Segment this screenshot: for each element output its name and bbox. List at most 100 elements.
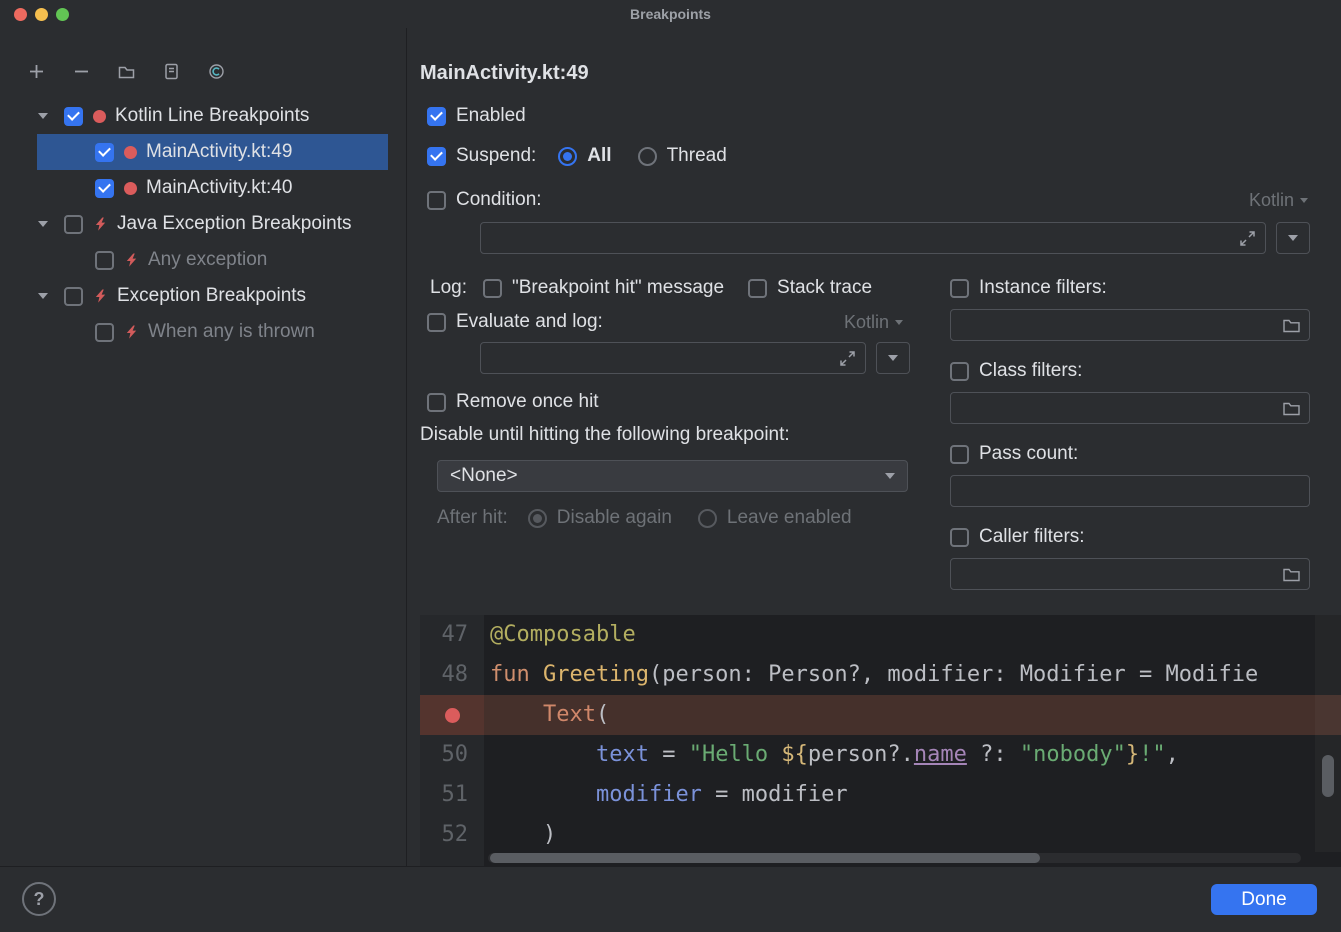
breakpoint-checkbox[interactable] xyxy=(64,287,83,306)
enabled-label: Enabled xyxy=(456,105,526,127)
suspend-all-radio[interactable] xyxy=(558,147,577,166)
breakpoint-dot-icon xyxy=(124,146,137,159)
class-filters-input[interactable] xyxy=(951,397,1282,419)
breakpoint-group-row[interactable]: Kotlin Line Breakpoints xyxy=(0,98,406,134)
browse-folder-button[interactable] xyxy=(1282,566,1301,583)
condition-label: Condition: xyxy=(456,189,542,211)
folder-icon xyxy=(1282,566,1301,583)
condition-input[interactable] xyxy=(481,227,1265,249)
pass-count-checkbox[interactable] xyxy=(950,445,969,464)
instance-filters-input[interactable] xyxy=(951,314,1282,336)
exception-bolt-icon xyxy=(93,216,108,232)
condition-checkbox[interactable] xyxy=(427,191,446,210)
expand-editor-icon[interactable] xyxy=(839,350,856,367)
pass-count-input[interactable] xyxy=(951,480,1309,502)
instance-filters-checkbox[interactable] xyxy=(950,279,969,298)
stack-trace-checkbox[interactable] xyxy=(748,279,767,298)
instance-filters-field xyxy=(950,309,1310,341)
leave-enabled-radio[interactable] xyxy=(698,509,717,528)
code-line: 48fun Greeting(person: Person?, modifier… xyxy=(420,655,1341,695)
log-message-checkbox[interactable] xyxy=(483,279,502,298)
breakpoint-row[interactable]: MainActivity.kt:40 xyxy=(0,170,406,206)
code-text: ) xyxy=(484,815,556,855)
horizontal-scrollbar-thumb[interactable] xyxy=(490,853,1040,863)
close-window-button[interactable] xyxy=(14,8,27,21)
chevron-down-icon xyxy=(1288,235,1298,241)
evaluate-checkbox[interactable] xyxy=(427,313,446,332)
instance-filters-label: Instance filters: xyxy=(979,277,1107,299)
evaluate-history-button[interactable] xyxy=(876,342,910,374)
chevron-down-icon[interactable] xyxy=(36,293,64,299)
code-line: 47@Composable xyxy=(420,615,1341,655)
line-number: 47 xyxy=(420,615,484,655)
breakpoint-gutter-cell[interactable] xyxy=(420,695,484,735)
evaluate-input[interactable] xyxy=(481,347,865,369)
breakpoint-dot-icon[interactable] xyxy=(445,708,460,723)
breakpoint-group-row[interactable]: Exception Breakpoints xyxy=(0,278,406,314)
disable-until-dropdown[interactable]: <None> xyxy=(437,460,908,492)
caller-filters-checkbox[interactable] xyxy=(950,528,969,547)
titlebar: Breakpoints xyxy=(0,0,1341,28)
folder-icon xyxy=(1282,400,1301,417)
evaluate-field xyxy=(480,342,866,374)
code-text: text = "Hello ${person?.name ?: "nobody"… xyxy=(484,735,1179,775)
class-icon xyxy=(207,62,226,81)
group-by-class-button[interactable] xyxy=(206,61,226,81)
code-lines: 47@Composable48fun Greeting(person: Pers… xyxy=(420,615,1341,855)
chevron-down-icon[interactable] xyxy=(36,113,64,119)
remove-once-label: Remove once hit xyxy=(456,391,599,413)
breakpoint-checkbox[interactable] xyxy=(95,251,114,270)
condition-history-button[interactable] xyxy=(1276,222,1310,254)
breakpoint-row[interactable]: When any is thrown xyxy=(0,314,406,350)
zoom-window-button[interactable] xyxy=(56,8,69,21)
browse-folder-button[interactable] xyxy=(1282,317,1301,334)
class-filters-checkbox[interactable] xyxy=(950,362,969,381)
chevron-down-icon[interactable] xyxy=(36,221,64,227)
help-label: ? xyxy=(34,889,45,910)
move-to-group-button[interactable] xyxy=(161,61,181,81)
minimize-window-button[interactable] xyxy=(35,8,48,21)
class-filters-field xyxy=(950,392,1310,424)
horizontal-scrollbar[interactable] xyxy=(488,853,1301,863)
code-line: 52 ) xyxy=(420,815,1341,855)
code-text: @Composable xyxy=(484,615,636,655)
done-button[interactable]: Done xyxy=(1211,884,1317,915)
line-number: 51 xyxy=(420,775,484,815)
disable-again-radio[interactable] xyxy=(528,509,547,528)
help-button[interactable]: ? xyxy=(22,882,56,916)
minus-icon xyxy=(72,62,91,81)
breakpoint-checkbox[interactable] xyxy=(64,107,83,126)
condition-language-selector[interactable]: Kotlin xyxy=(1249,188,1308,212)
enabled-checkbox[interactable] xyxy=(427,107,446,126)
suspend-checkbox[interactable] xyxy=(427,147,446,166)
expand-editor-icon[interactable] xyxy=(1239,230,1256,247)
vertical-scrollbar[interactable] xyxy=(1315,615,1341,852)
code-text: modifier = modifier xyxy=(484,775,848,815)
add-breakpoint-button[interactable] xyxy=(26,61,46,81)
pass-count-block: Pass count: xyxy=(950,443,1310,507)
caller-filters-input[interactable] xyxy=(951,563,1282,585)
breakpoint-group-row[interactable]: Java Exception Breakpoints xyxy=(0,206,406,242)
breakpoint-label: Java Exception Breakpoints xyxy=(117,213,351,235)
remove-once-checkbox[interactable] xyxy=(427,393,446,412)
breakpoint-checkbox[interactable] xyxy=(95,323,114,342)
breakpoint-label: When any is thrown xyxy=(148,321,315,343)
code-preview: 47@Composable48fun Greeting(person: Pers… xyxy=(420,615,1341,866)
breakpoint-checkbox[interactable] xyxy=(95,179,114,198)
breakpoint-row[interactable]: Any exception xyxy=(0,242,406,278)
after-hit-label: After hit: xyxy=(437,507,508,529)
evaluate-language-selector[interactable]: Kotlin xyxy=(844,310,903,334)
breakpoint-label: MainActivity.kt:40 xyxy=(146,177,292,199)
caller-filters-head: Caller filters: xyxy=(950,526,1310,548)
remove-breakpoint-button[interactable] xyxy=(71,61,91,81)
browse-folder-button[interactable] xyxy=(1282,400,1301,417)
breakpoint-row[interactable]: MainActivity.kt:49 xyxy=(0,134,406,170)
pass-count-label: Pass count: xyxy=(979,443,1078,465)
breakpoint-checkbox[interactable] xyxy=(95,143,114,162)
caller-filters-block: Caller filters: xyxy=(950,526,1310,590)
suspend-thread-radio[interactable] xyxy=(638,147,657,166)
disable-until-label: Disable until hitting the following brea… xyxy=(420,424,790,446)
group-breakpoints-button[interactable] xyxy=(116,61,136,81)
breakpoint-checkbox[interactable] xyxy=(64,215,83,234)
vertical-scrollbar-thumb[interactable] xyxy=(1322,755,1334,797)
